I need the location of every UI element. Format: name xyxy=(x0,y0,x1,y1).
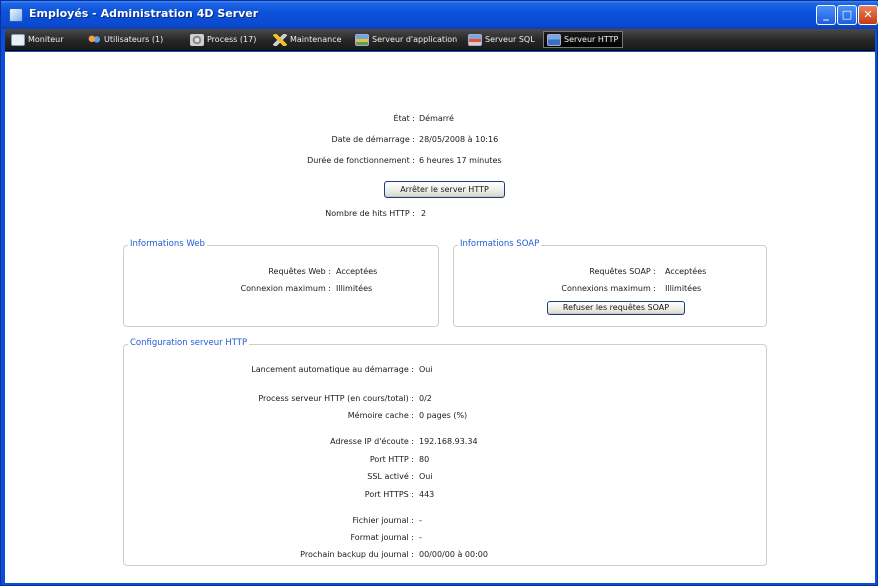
http-server-panel: État : Démarré Date de démarrage : 28/05… xyxy=(5,52,875,583)
autostart-value: Oui xyxy=(419,365,433,374)
tab-label: Process (17) xyxy=(207,35,257,44)
https-port-row: Port HTTPS : xyxy=(124,490,414,502)
start-value: 28/05/2008 à 10:16 xyxy=(419,135,499,144)
application-server-icon xyxy=(355,33,369,46)
hits-row: Nombre de hits HTTP : xyxy=(5,209,415,221)
uptime-value: 6 heures 17 minutes xyxy=(419,156,502,165)
log-format-label: Format journal : xyxy=(350,533,414,542)
ssl-label: SSL activé : xyxy=(367,472,414,481)
http-config-title: Configuration serveur HTTP xyxy=(128,338,250,348)
next-backup-label: Prochain backup du journal : xyxy=(300,550,414,559)
web-info-group: Informations Web Requêtes Web : Acceptée… xyxy=(123,239,439,327)
tab-label: Serveur d'application xyxy=(372,35,458,44)
ip-label: Adresse IP d'écoute : xyxy=(330,437,414,446)
hits-label: Nombre de hits HTTP : xyxy=(325,209,415,218)
autostart-label: Lancement automatique au démarrage : xyxy=(251,365,414,374)
tab-maintenance[interactable]: Maintenance xyxy=(270,31,342,48)
web-max-conn-row: Connexion maximum : xyxy=(124,284,331,296)
processes-value: 0/2 xyxy=(419,394,432,403)
tab-serveur-http[interactable]: Serveur HTTP xyxy=(543,31,624,48)
soap-max-conn-label: Connexions maximum : xyxy=(561,284,656,293)
web-info-title: Informations Web xyxy=(128,239,207,249)
uptime-row: Durée de fonctionnement : xyxy=(5,156,415,168)
soap-info-group: Informations SOAP Requêtes SOAP : Accept… xyxy=(453,239,767,327)
minimize-button[interactable]: _ xyxy=(816,5,836,25)
tab-label: Serveur HTTP xyxy=(564,35,619,44)
status-row: État : xyxy=(5,114,415,126)
tab-serveur-application[interactable]: Serveur d'application xyxy=(352,31,457,48)
web-max-conn-label: Connexion maximum : xyxy=(240,284,331,293)
cache-label: Mémoire cache : xyxy=(347,411,414,420)
https-port-label: Port HTTPS : xyxy=(364,490,414,499)
stop-http-server-button[interactable]: Arrêter le server HTTP xyxy=(384,181,505,198)
web-max-conn-value: Illimitées xyxy=(336,284,373,293)
tab-serveur-sql[interactable]: Serveur SQL xyxy=(465,31,535,48)
http-port-row: Port HTTP : xyxy=(124,455,414,467)
window-title: Employés - Administration 4D Server xyxy=(29,7,259,20)
web-requests-row: Requêtes Web : xyxy=(124,267,331,279)
ip-value: 192.168.93.34 xyxy=(419,437,478,446)
close-button[interactable]: ✕ xyxy=(858,5,878,25)
web-requests-value: Acceptées xyxy=(336,267,378,276)
soap-requests-value: Acceptées xyxy=(665,267,707,276)
sql-server-icon xyxy=(468,33,482,46)
start-label: Date de démarrage : xyxy=(331,135,415,144)
soap-requests-row: Requêtes SOAP : xyxy=(454,267,656,279)
log-file-value: - xyxy=(419,516,422,525)
web-requests-label: Requêtes Web : xyxy=(268,267,331,276)
tab-label: Utilisateurs (1) xyxy=(104,35,164,44)
etat-label: État : xyxy=(393,114,415,123)
maintenance-tools-icon xyxy=(273,33,287,46)
app-window: Employés - Administration 4D Server _ □ … xyxy=(0,0,878,586)
http-port-value: 80 xyxy=(419,455,430,464)
maximize-button[interactable]: □ xyxy=(837,5,857,25)
tab-moniteur[interactable]: Moniteur xyxy=(8,31,64,48)
cache-row: Mémoire cache : xyxy=(124,411,414,423)
cache-value: 0 pages (%) xyxy=(419,411,468,420)
tab-label: Serveur SQL xyxy=(485,35,535,44)
processes-row: Process serveur HTTP (en cours/total) : xyxy=(124,394,414,406)
log-file-row: Fichier journal : xyxy=(124,516,414,528)
soap-requests-label: Requêtes SOAP : xyxy=(589,267,656,276)
ssl-row: SSL activé : xyxy=(124,472,414,484)
uptime-label: Durée de fonctionnement : xyxy=(307,156,415,165)
process-gear-icon xyxy=(190,33,204,46)
log-file-label: Fichier journal : xyxy=(352,516,414,525)
https-port-value: 443 xyxy=(419,490,435,499)
hits-value: 2 xyxy=(421,209,427,218)
monitor-icon xyxy=(11,33,25,46)
app-icon xyxy=(9,8,23,22)
soap-max-conn-value: Illimitées xyxy=(665,284,702,293)
http-server-icon xyxy=(547,33,561,46)
users-icon xyxy=(87,33,101,46)
processes-label: Process serveur HTTP (en cours/total) : xyxy=(258,394,414,403)
toolbar: Moniteur Utilisateurs (1) Process (17) M… xyxy=(5,29,875,51)
tab-label: Maintenance xyxy=(290,35,342,44)
soap-info-title: Informations SOAP xyxy=(458,239,542,249)
http-port-label: Port HTTP : xyxy=(369,455,414,464)
title-bar[interactable]: Employés - Administration 4D Server _ □ … xyxy=(1,1,878,29)
ip-row: Adresse IP d'écoute : xyxy=(124,437,414,449)
etat-value: Démarré xyxy=(419,114,454,123)
start-row: Date de démarrage : xyxy=(5,135,415,147)
ssl-value: Oui xyxy=(419,472,433,481)
log-format-row: Format journal : xyxy=(124,533,414,545)
refuse-soap-requests-button[interactable]: Refuser les requêtes SOAP xyxy=(547,301,685,315)
tab-process[interactable]: Process (17) xyxy=(187,31,256,48)
next-backup-value: 00/00/00 à 00:00 xyxy=(419,550,488,559)
soap-max-conn-row: Connexions maximum : xyxy=(454,284,656,296)
tab-utilisateurs[interactable]: Utilisateurs (1) xyxy=(84,31,163,48)
autostart-row: Lancement automatique au démarrage : xyxy=(124,365,414,377)
next-backup-row: Prochain backup du journal : xyxy=(124,550,414,562)
tab-label: Moniteur xyxy=(28,35,64,44)
http-config-group: Configuration serveur HTTP Lancement aut… xyxy=(123,338,767,566)
log-format-value: - xyxy=(419,533,422,542)
